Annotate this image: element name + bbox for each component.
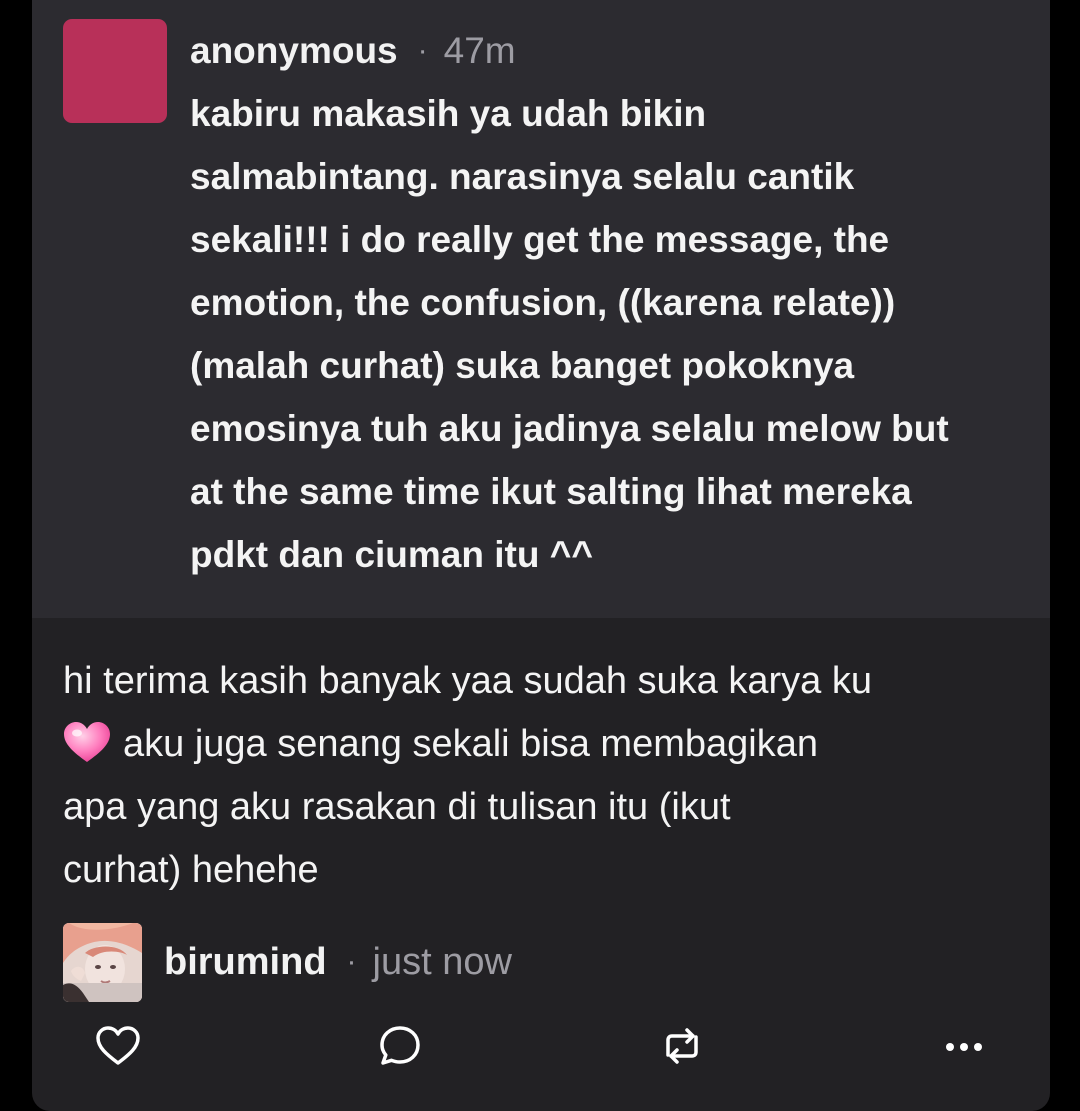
question-text: kabiru makasih ya udah bikin salmabintan… [190,82,1030,586]
heart-outline-icon [95,1025,141,1072]
separator-dot: · [417,34,428,67]
reply-button[interactable] [374,1022,426,1074]
question-line: salmabintang. narasinya selalu cantik [190,156,855,197]
repost-button[interactable] [656,1022,708,1074]
answer-text: hi terima kasih banyak yaa sudah suka ka… [63,650,1023,902]
pink-heart-icon [63,722,111,762]
question-line: kabiru makasih ya udah bikin [190,93,707,134]
question-line: emotion, the confusion, ((karena relate)… [190,282,896,323]
question-line: emosinya tuh aku jadinya selalu melow bu… [190,408,949,449]
separator-dot: · [346,945,357,978]
answer-line: hi terima kasih banyak yaa sudah suka ka… [63,660,872,702]
anonymous-avatar [63,19,167,123]
repost-icon [660,1027,704,1069]
answer-line-text: aku juga senang sekali bisa membagikan [123,723,818,765]
author-name[interactable]: birumind [164,941,327,984]
question-box: anonymous · 47m kabiru makasih ya udah b… [32,0,1050,618]
question-line: (malah curhat) suka banget pokoknya [190,345,855,386]
question-line: pdkt dan ciuman itu ^^ [190,534,593,575]
answer-line: curhat) hehehe [63,849,319,891]
answer-timestamp: just now [372,940,512,983]
author-avatar[interactable] [63,922,142,1002]
answer-line-with-emoji: aku juga senang sekali bisa membagikan [63,713,1023,776]
like-button[interactable] [92,1022,144,1074]
question-header: anonymous · 47m [190,26,516,76]
question-timestamp: 47m [443,30,516,71]
question-line: sekali!!! i do really get the message, t… [190,219,890,260]
answer-author-row: birumind · just now [63,922,512,1002]
more-button[interactable] [938,1022,990,1074]
more-dots-icon [944,1039,984,1057]
action-bar [32,1022,1050,1074]
answer-line: apa yang aku rasakan di tulisan itu (iku… [63,786,731,828]
question-line: at the same time ikut salting lihat mere… [190,471,912,512]
answered-question-card: anonymous · 47m kabiru makasih ya udah b… [32,0,1050,1111]
question-author-name: anonymous [190,30,398,71]
speech-bubble-icon [378,1024,422,1073]
